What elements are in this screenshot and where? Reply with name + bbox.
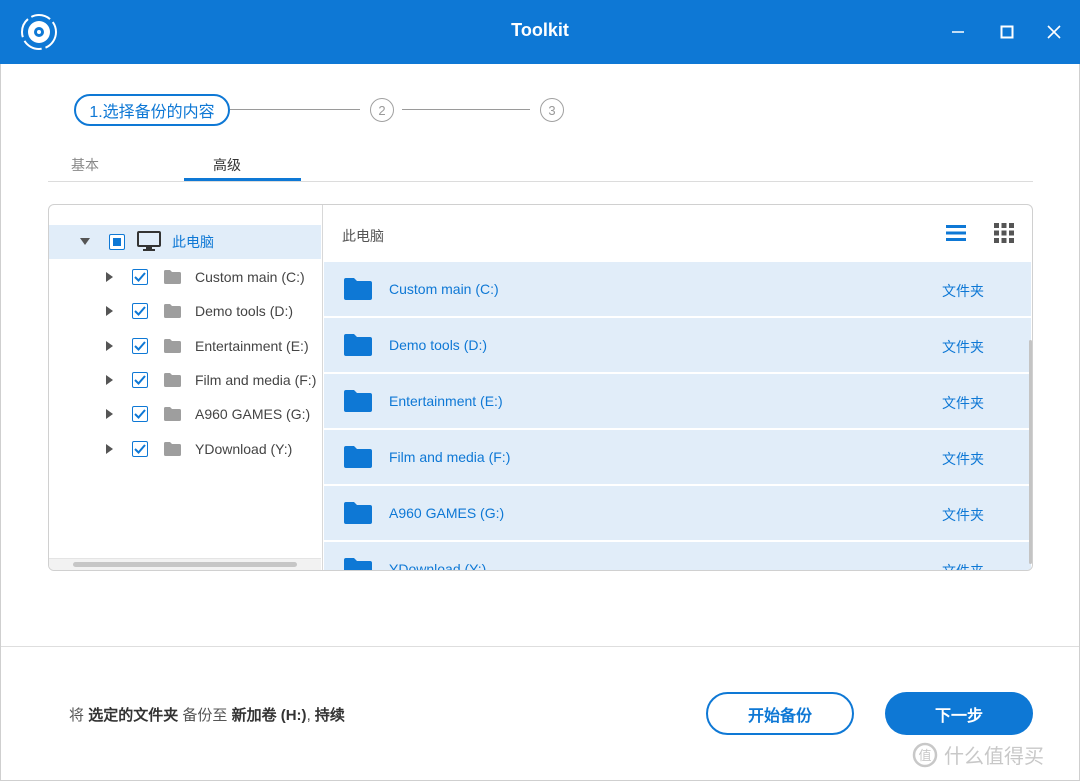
horizontal-scroll-thumb[interactable] [73, 562, 297, 567]
tree-item-label: Demo tools (D:) [195, 303, 294, 319]
checkbox-checked[interactable] [132, 269, 148, 285]
list-item-name: Film and media (F:) [389, 449, 511, 465]
step-1-active: 1.选择备份的内容 [74, 94, 230, 126]
tree-item-label: Custom main (C:) [195, 269, 305, 285]
summary-middle: 备份至 [182, 707, 228, 724]
folder-icon [164, 339, 181, 356]
file-list: 此电脑 Custom main (C:) 文件夹 Demo tools (D:)… [324, 205, 1032, 570]
checkbox-checked[interactable] [132, 303, 148, 319]
list-item-name: Custom main (C:) [389, 281, 499, 297]
tree-root-label: 此电脑 [172, 234, 214, 250]
watermark-logo-icon: 值 [912, 742, 938, 767]
list-item-type: 文件夹 [942, 451, 984, 467]
tree-item-label: Film and media (F:) [195, 372, 317, 388]
tree-item-label: A960 GAMES (G:) [195, 406, 311, 422]
list-view-icon[interactable] [944, 221, 968, 245]
expand-arrow-icon[interactable] [103, 443, 115, 455]
list-item-name: YDownload (Y:) [389, 561, 487, 571]
tree-item[interactable]: Demo tools (D:) [49, 294, 321, 328]
partial-checkbox[interactable] [109, 234, 125, 250]
list-item[interactable]: Demo tools (D:) 文件夹 [324, 318, 1031, 373]
folder-icon [344, 334, 372, 361]
tree-item[interactable]: Film and media (F:) [49, 363, 321, 397]
stepper-connector [402, 109, 530, 110]
list-item[interactable]: Custom main (C:) 文件夹 [324, 262, 1031, 317]
tree-item[interactable]: Custom main (C:) [49, 260, 321, 294]
step-3: 3 [540, 98, 564, 122]
list-item-type: 文件夹 [942, 507, 984, 523]
checkbox-checked[interactable] [132, 338, 148, 354]
folder-icon [164, 373, 181, 390]
start-backup-button[interactable]: 开始备份 [706, 692, 854, 735]
watermark-text: 什么值得买 [944, 746, 1044, 768]
folder-icon [344, 502, 372, 529]
expand-arrow-icon[interactable] [103, 271, 115, 283]
svg-text:值: 值 [918, 748, 931, 764]
grid-view-icon[interactable] [992, 221, 1016, 245]
vertical-scroll-thumb[interactable] [1029, 340, 1032, 564]
tab-basic[interactable]: 基本 [71, 155, 99, 175]
folder-icon [164, 407, 181, 424]
folder-icon [164, 270, 181, 287]
expand-arrow-icon[interactable] [103, 374, 115, 386]
watermark: 值 什么值得买 [912, 740, 1044, 769]
list-header: 此电脑 [324, 205, 1032, 262]
summary-suffix: 持续 [314, 707, 345, 724]
title-bar: Toolkit [0, 0, 1080, 64]
next-button[interactable]: 下一步 [885, 692, 1033, 735]
collapse-arrow-icon[interactable] [79, 236, 91, 248]
checkbox-checked[interactable] [132, 441, 148, 457]
summary-target: 新加卷 (H:) [231, 707, 307, 724]
footer-divider [1, 646, 1079, 647]
tree-item[interactable]: A960 GAMES (G:) [49, 397, 321, 431]
tree-item-label: Entertainment (E:) [195, 338, 309, 354]
folder-icon [344, 558, 372, 570]
expand-arrow-icon[interactable] [103, 408, 115, 420]
list-item-name: Demo tools (D:) [389, 337, 488, 353]
tabs-divider [48, 181, 1033, 182]
breadcrumb[interactable]: 此电脑 [342, 226, 384, 246]
folder-tree: 此电脑 Custom main (C:) Demo tools (D:) Ent… [49, 205, 323, 570]
list-item[interactable]: Entertainment (E:) 文件夹 [324, 374, 1031, 429]
tree-item-label: YDownload (Y:) [195, 441, 293, 457]
list-item-type: 文件夹 [942, 395, 984, 411]
active-tab-indicator [184, 178, 301, 181]
monitor-icon [137, 231, 161, 256]
tree-root-this-pc[interactable]: 此电脑 [49, 225, 321, 259]
folder-icon [344, 446, 372, 473]
list-item-type: 文件夹 [942, 283, 984, 299]
selection-panel: 此电脑 Custom main (C:) Demo tools (D:) Ent… [48, 204, 1033, 571]
folder-icon [344, 390, 372, 417]
checkbox-checked[interactable] [132, 372, 148, 388]
close-button[interactable] [1036, 14, 1072, 50]
expand-arrow-icon[interactable] [103, 305, 115, 317]
folder-icon [164, 442, 181, 459]
list-item-name: A960 GAMES (G:) [389, 505, 505, 521]
backup-summary: 将 选定的文件夹 备份至 新加卷 (H:), 持续 [69, 704, 345, 725]
folder-icon [164, 304, 181, 321]
summary-comma: , [306, 707, 311, 724]
folder-icon [344, 278, 372, 305]
list-body: Custom main (C:) 文件夹 Demo tools (D:) 文件夹… [324, 262, 1032, 571]
expand-arrow-icon[interactable] [103, 340, 115, 352]
list-item-type: 文件夹 [942, 339, 984, 355]
summary-prefix: 将 [69, 707, 85, 724]
checkbox-checked[interactable] [132, 406, 148, 422]
list-item-type: 文件夹 [942, 563, 984, 571]
list-item[interactable]: A960 GAMES (G:) 文件夹 [324, 486, 1031, 541]
list-item[interactable]: Film and media (F:) 文件夹 [324, 430, 1031, 485]
minimize-button[interactable] [940, 14, 976, 50]
tab-advanced[interactable]: 高级 [213, 155, 241, 175]
step-2: 2 [370, 98, 394, 122]
tree-item[interactable]: YDownload (Y:) [49, 432, 321, 466]
list-item-name: Entertainment (E:) [389, 393, 503, 409]
maximize-button[interactable] [989, 14, 1025, 50]
window-title: Toolkit [511, 20, 569, 40]
list-item[interactable]: YDownload (Y:) 文件夹 [324, 542, 1031, 571]
stepper-connector [230, 109, 360, 110]
tree-item[interactable]: Entertainment (E:) [49, 329, 321, 363]
summary-selected: 选定的文件夹 [88, 707, 179, 724]
